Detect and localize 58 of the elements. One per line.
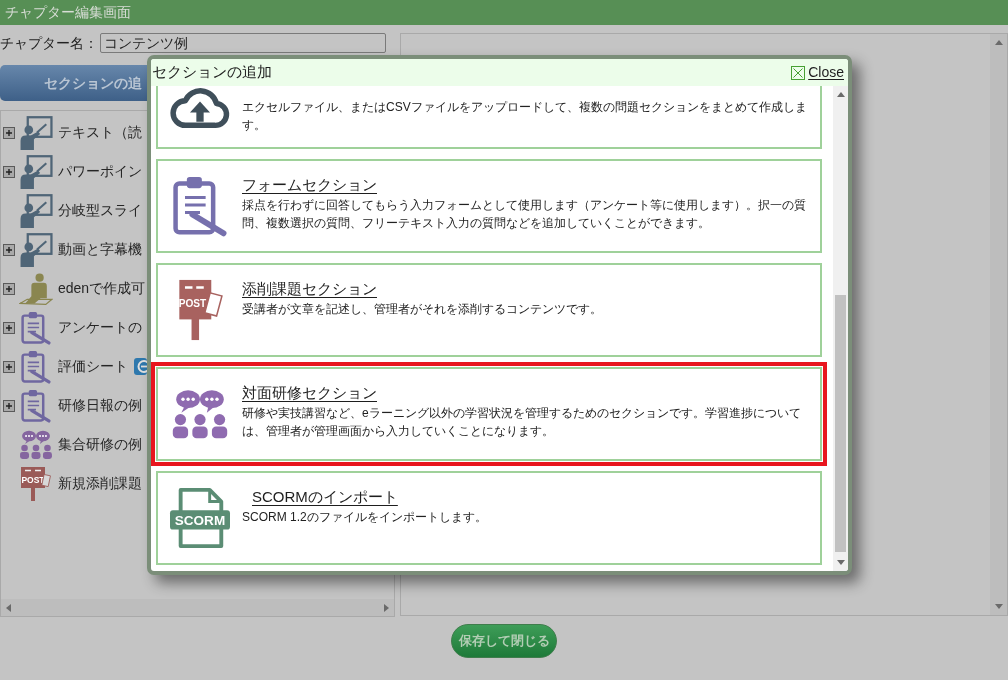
scrollbar[interactable] (833, 86, 848, 571)
presenter-icon (19, 232, 53, 267)
section-option[interactable]: フォームセクション 採点を行わずに回答してもらう入力フォームとして使用します（アンケート等に使用します）。択一の質問、複数選択の質問、フリーテキスト入力の質問などを追加していくことができます。 (156, 159, 822, 253)
tree-item[interactable]: アンケートの (58, 317, 142, 338)
tree-item[interactable]: テキスト（読 (58, 122, 142, 143)
tree-item[interactable]: 分岐型スライ (58, 200, 142, 221)
people-group-icon (19, 430, 53, 459)
expand-icon[interactable] (3, 126, 15, 139)
option-title[interactable]: フォームセクション (242, 174, 377, 196)
scrollbar[interactable] (1, 599, 394, 616)
cloud-upload-icon (169, 87, 231, 129)
scroll-up-icon[interactable] (836, 92, 845, 97)
scrollbar[interactable] (990, 34, 1007, 615)
option-description: SCORM 1.2のファイルをインポートします。 (242, 509, 488, 526)
chapter-name-field[interactable]: コンテンツ例 (100, 33, 386, 53)
scroll-left-icon[interactable] (6, 603, 11, 612)
tree-item[interactable]: 評価シート (58, 356, 128, 377)
tree-item[interactable]: 研修日報の例 (58, 395, 142, 416)
expand-icon[interactable] (3, 321, 15, 334)
section-option[interactable]: 対面研修セクション 研修や実技講習など、eラーニング以外の学習状況を管理するためのセクションです。学習進捗については、管理者が管理画面から入力していくことになります。 (156, 367, 822, 461)
scroll-thumb[interactable] (835, 295, 846, 552)
people-group-icon (171, 389, 229, 439)
scroll-right-icon[interactable] (384, 603, 389, 612)
option-description: エクセルファイル、またはCSVファイルをアップロードして、複数の問題セクションをまとめて作成します。 (242, 99, 808, 134)
option-description: 採点を行わずに回答してもらう入力フォームとして使用します（アンケート等に使用します）。択一の質問、複数選択の質問、フリーテキスト入力の質問などを追加していくことができます。 (242, 197, 807, 232)
expand-icon[interactable] (3, 399, 15, 412)
person-drawing-icon (19, 271, 53, 306)
scroll-up-icon[interactable] (994, 40, 1003, 45)
presenter-icon (19, 154, 53, 189)
expand-icon[interactable] (3, 282, 15, 295)
window-title: チャプター編集画面 (5, 3, 131, 22)
tree-item[interactable]: edenで作成可 (58, 278, 146, 299)
option-title[interactable]: 添削課題セクション (242, 278, 377, 300)
option-description: 受講者が文章を記述し、管理者がそれを添削するコンテンツです。 (242, 301, 603, 318)
field-label: チャプター名： (0, 33, 98, 53)
tree-item[interactable]: 集合研修の例 (58, 434, 142, 455)
section-option[interactable]: POST 添削課題セクション 受講者が文章を記述し、管理者がそれを添削するコンテンツです。 (156, 263, 822, 357)
section-option[interactable]: SCORM SCORMのインポート SCORM 1.2のファイルをインポートします。 (156, 471, 822, 565)
expand-icon[interactable] (3, 165, 15, 178)
section-option[interactable]: エクセルファイル、またはCSVファイルをアップロードして、複数の問題セクションをまとめて作成します。 (156, 86, 822, 149)
expand-icon[interactable] (3, 243, 15, 256)
expand-icon[interactable] (3, 360, 15, 373)
presenter-icon (19, 193, 53, 228)
option-title[interactable]: 対面研修セクション (242, 382, 377, 404)
close-icon (791, 65, 806, 80)
option-title[interactable]: SCORMのインポート (252, 486, 398, 508)
scroll-down-icon[interactable] (994, 604, 1003, 609)
option-description: 研修や実技講習など、eラーニング以外の学習状況を管理するためのセクションです。学習進捗については、管理者が管理画面から入力していくことになります。 (242, 405, 802, 440)
presenter-icon (19, 115, 53, 150)
tree-item[interactable]: 新規添削課題 (58, 473, 142, 494)
scroll-down-icon[interactable] (836, 560, 845, 565)
dialog-title: セクションの追加 (152, 62, 272, 83)
tree-item[interactable]: 動画と字幕機 (58, 239, 142, 260)
tree-item[interactable]: パワーポイン (58, 161, 142, 182)
clipboard-icon (19, 310, 53, 345)
clipboard-icon (19, 349, 53, 384)
close-button[interactable]: Close (791, 62, 844, 83)
clipboard-icon (19, 388, 53, 423)
